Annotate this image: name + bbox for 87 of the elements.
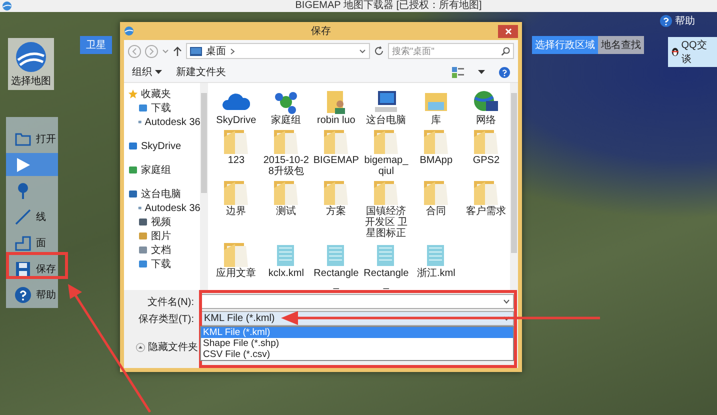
help-button[interactable]: 帮助 xyxy=(660,14,695,28)
tool-item[interactable]: 帮助 xyxy=(6,283,58,306)
file-item[interactable]: 浙江.kml xyxy=(412,242,460,290)
help-icon[interactable] xyxy=(499,66,510,78)
file-item[interactable]: 这台电脑 xyxy=(362,89,410,126)
star-icon xyxy=(128,89,138,99)
map-type-tab[interactable]: 卫星 xyxy=(80,36,112,54)
view-icon[interactable] xyxy=(452,66,464,78)
collapse-icon xyxy=(136,342,145,352)
nav-item[interactable]: 视频 xyxy=(124,215,200,229)
highlight-frame xyxy=(6,252,68,279)
caret-icon[interactable] xyxy=(478,70,485,74)
forward-icon[interactable] xyxy=(145,44,158,58)
nav-item[interactable]: 这台电脑 xyxy=(124,187,200,201)
map-chooser-button[interactable]: 选择地图 xyxy=(8,38,54,90)
search-icon xyxy=(501,47,510,56)
refresh-icon[interactable] xyxy=(374,46,384,56)
up-arrow-icon[interactable] xyxy=(173,46,182,56)
address-bar[interactable]: 桌面 xyxy=(186,43,370,59)
file-item[interactable]: 客户需求 xyxy=(462,180,510,239)
qq-chat-button[interactable]: QQ交谈 xyxy=(668,37,717,67)
scrollbar[interactable] xyxy=(510,83,518,290)
file-item[interactable]: SkyDrive xyxy=(212,89,260,126)
question-icon xyxy=(660,15,672,27)
file-item[interactable]: robin luo xyxy=(312,89,360,126)
globe-icon xyxy=(2,1,12,11)
window-title: BIGEMAP 地图下载器 [已授权：所有地图] xyxy=(294,0,482,12)
file-item[interactable]: 网络 xyxy=(462,89,510,126)
file-item[interactable]: 合同 xyxy=(412,180,460,239)
nav-item[interactable]: 图片 xyxy=(124,229,200,243)
filename-field[interactable] xyxy=(200,294,514,309)
file-item[interactable]: 123 xyxy=(212,129,260,177)
chevron-icon xyxy=(230,48,235,54)
caret-icon xyxy=(155,70,162,74)
file-item[interactable]: bigemap_qiul xyxy=(362,129,410,177)
file-item[interactable]: 国镇经济开发区 卫星图标正 xyxy=(362,180,410,239)
nav-item[interactable]: 下载 xyxy=(124,101,200,115)
back-icon[interactable] xyxy=(128,44,141,58)
nav-item[interactable]: 收藏夹 xyxy=(124,87,200,101)
tool-item[interactable] xyxy=(6,153,58,176)
file-item[interactable]: 库 xyxy=(412,89,460,126)
dropdown-option[interactable]: Shape File (*.shp) xyxy=(201,338,513,349)
dropdown-option[interactable]: CSV File (*.csv) xyxy=(201,349,513,360)
tool-item[interactable]: 打开 xyxy=(6,127,58,150)
nav-item[interactable]: SkyDrive xyxy=(124,139,200,153)
file-item[interactable]: Rectangle_ xyxy=(312,242,360,290)
file-item[interactable]: BIGEMAP xyxy=(312,129,360,177)
file-type-label: 保存类型(T): xyxy=(137,312,195,326)
scrollbar[interactable] xyxy=(200,83,208,290)
close-button[interactable] xyxy=(498,24,518,38)
caret-icon xyxy=(503,299,510,304)
filename-label: 文件名(N): xyxy=(146,296,195,308)
file-item[interactable]: 方案 xyxy=(312,180,360,239)
organize-button[interactable]: 组织 xyxy=(132,65,162,79)
globe-icon xyxy=(14,40,48,74)
close-icon xyxy=(504,28,512,34)
file-item[interactable]: kclx.kml xyxy=(262,242,310,290)
file-item[interactable]: 应用文章 xyxy=(212,242,260,290)
nav-item[interactable]: 下载 xyxy=(124,257,200,271)
line-icon xyxy=(14,208,32,226)
globe-icon xyxy=(124,26,134,36)
tool-item[interactable]: 线 xyxy=(6,205,58,228)
caret-icon[interactable] xyxy=(359,48,366,54)
tool-item[interactable]: 面 xyxy=(6,231,58,254)
nav-item[interactable]: Autodesk 36 xyxy=(124,201,200,215)
nav-item[interactable]: Autodesk 36 xyxy=(124,115,200,129)
file-item[interactable]: 边界 xyxy=(212,180,260,239)
dialog-title: 保存 xyxy=(310,25,332,38)
floppy-icon xyxy=(14,260,32,278)
file-item[interactable]: 测试 xyxy=(262,180,310,239)
file-item[interactable]: 2015-10-28升级包 xyxy=(262,129,310,177)
nav-item[interactable]: 家庭组 xyxy=(124,163,200,177)
file-item[interactable]: 家庭组 xyxy=(262,89,310,126)
play-icon xyxy=(14,156,32,174)
shape-icon xyxy=(14,234,32,252)
nav-item[interactable]: 文档 xyxy=(124,243,200,257)
region-tab[interactable]: 地名查找 xyxy=(598,36,644,54)
question-icon xyxy=(14,286,32,304)
file-item[interactable]: Rectangle_ xyxy=(362,242,410,290)
file-item[interactable]: BMApp xyxy=(412,129,460,177)
file-item[interactable]: GPS2 xyxy=(462,129,510,177)
hide-folders-toggle[interactable]: 隐藏文件夹 xyxy=(136,340,198,354)
desktop-icon xyxy=(190,46,202,56)
new-folder-button[interactable]: 新建文件夹 xyxy=(176,65,226,79)
search-field[interactable]: 搜索"桌面" xyxy=(388,43,514,59)
penguin-icon xyxy=(671,47,680,57)
tool-item[interactable]: 保存 xyxy=(6,257,58,280)
